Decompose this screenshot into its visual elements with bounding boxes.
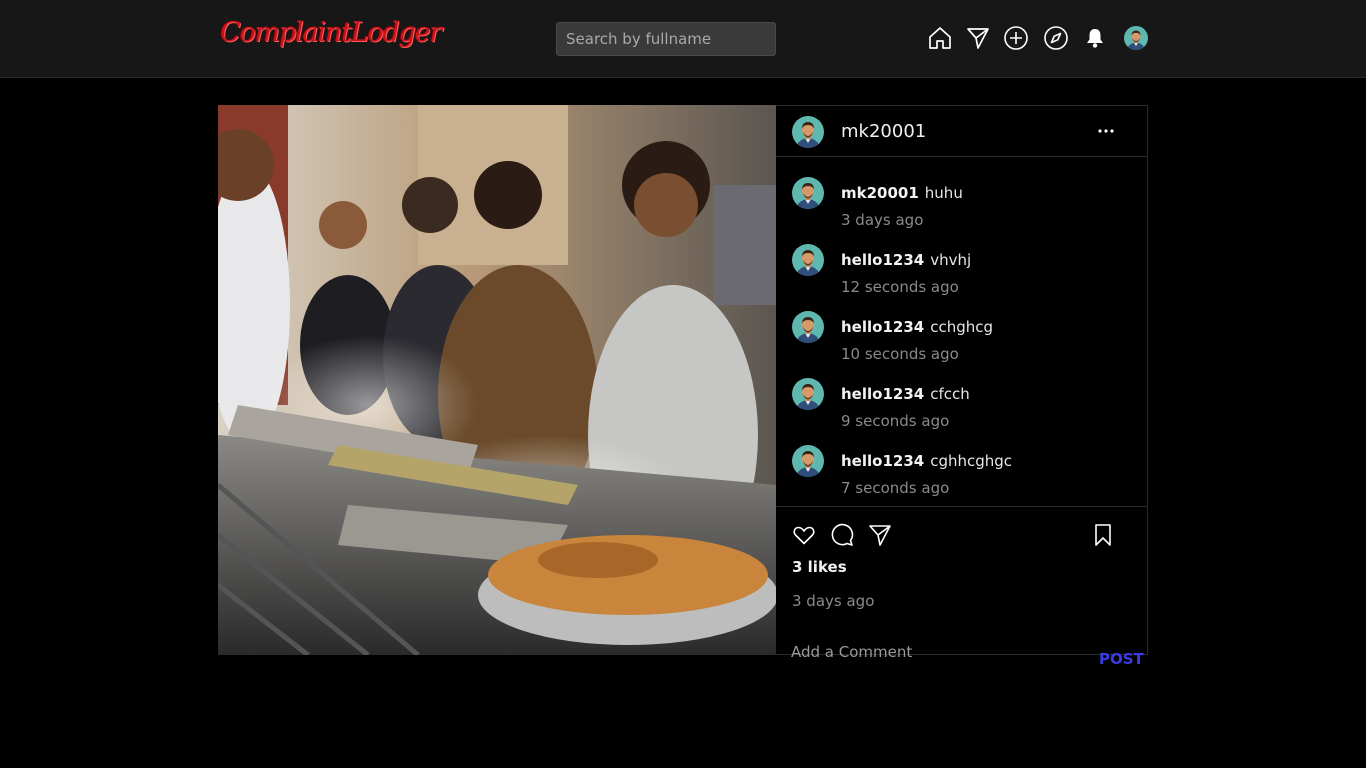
comment-username[interactable]: hello1234 <box>841 385 924 403</box>
comment-text: huhu <box>924 184 963 202</box>
explore-icon[interactable] <box>1043 25 1069 51</box>
commenter-avatar[interactable] <box>792 378 824 410</box>
comment-bubble-icon[interactable] <box>830 523 854 547</box>
comment-item: hello1234 cghhcghgc 7 seconds ago <box>792 425 1132 497</box>
like-heart-icon[interactable] <box>792 523 816 547</box>
post-detail-panel: mk20001 mk20001 huhu 3 days ago hello1234… <box>776 105 1148 668</box>
comment-text: vhvhj <box>930 251 972 269</box>
post-header: mk20001 <box>776 106 1147 157</box>
more-options-icon[interactable] <box>1097 122 1115 140</box>
comments-list[interactable]: mk20001 huhu 3 days ago hello1234 vhvhj 12… <box>776 157 1147 506</box>
likes-count[interactable]: 3 likes <box>792 558 847 576</box>
commenter-avatar[interactable] <box>792 177 824 209</box>
comment-text: cfcch <box>930 385 970 403</box>
commenter-avatar[interactable] <box>792 311 824 343</box>
search-input[interactable] <box>556 22 776 56</box>
profile-avatar[interactable] <box>1124 26 1148 50</box>
comment-item: hello1234 cchghcg 10 seconds ago <box>792 291 1132 363</box>
comment-item: hello1234 vhvhj 12 seconds ago <box>792 224 1132 296</box>
send-icon[interactable] <box>965 25 991 51</box>
brand-logo[interactable]: ComplaintLodger <box>220 17 442 48</box>
top-navbar: ComplaintLodger <box>0 0 1366 78</box>
post-author-username[interactable]: mk20001 <box>841 121 926 142</box>
post-comment-button[interactable]: POST <box>1099 650 1144 668</box>
author-avatar[interactable] <box>792 116 824 148</box>
post-photo <box>218 105 777 655</box>
comment-username[interactable]: hello1234 <box>841 251 924 269</box>
comment-username[interactable]: mk20001 <box>841 184 919 202</box>
bookmark-icon[interactable] <box>1091 523 1115 547</box>
post-timestamp: 3 days ago <box>792 592 875 610</box>
notifications-icon[interactable] <box>1082 25 1108 51</box>
comment-text: cchghcg <box>930 318 994 336</box>
share-send-icon[interactable] <box>868 523 892 547</box>
add-post-icon[interactable] <box>1003 25 1029 51</box>
comment-text: cghhcghgc <box>930 452 1013 470</box>
comment-item: mk20001 huhu 3 days ago <box>792 157 1132 229</box>
home-icon[interactable] <box>927 25 953 51</box>
commenter-avatar[interactable] <box>792 445 824 477</box>
comment-username[interactable]: hello1234 <box>841 318 924 336</box>
commenter-avatar[interactable] <box>792 244 824 276</box>
add-comment-input[interactable] <box>791 640 1071 664</box>
comment-item: hello1234 cfcch 9 seconds ago <box>792 358 1132 430</box>
post-image[interactable] <box>218 105 777 655</box>
comment-time: 7 seconds ago <box>841 479 950 497</box>
comment-username[interactable]: hello1234 <box>841 452 924 470</box>
post-actions: 3 likes 3 days ago POST <box>776 506 1147 668</box>
